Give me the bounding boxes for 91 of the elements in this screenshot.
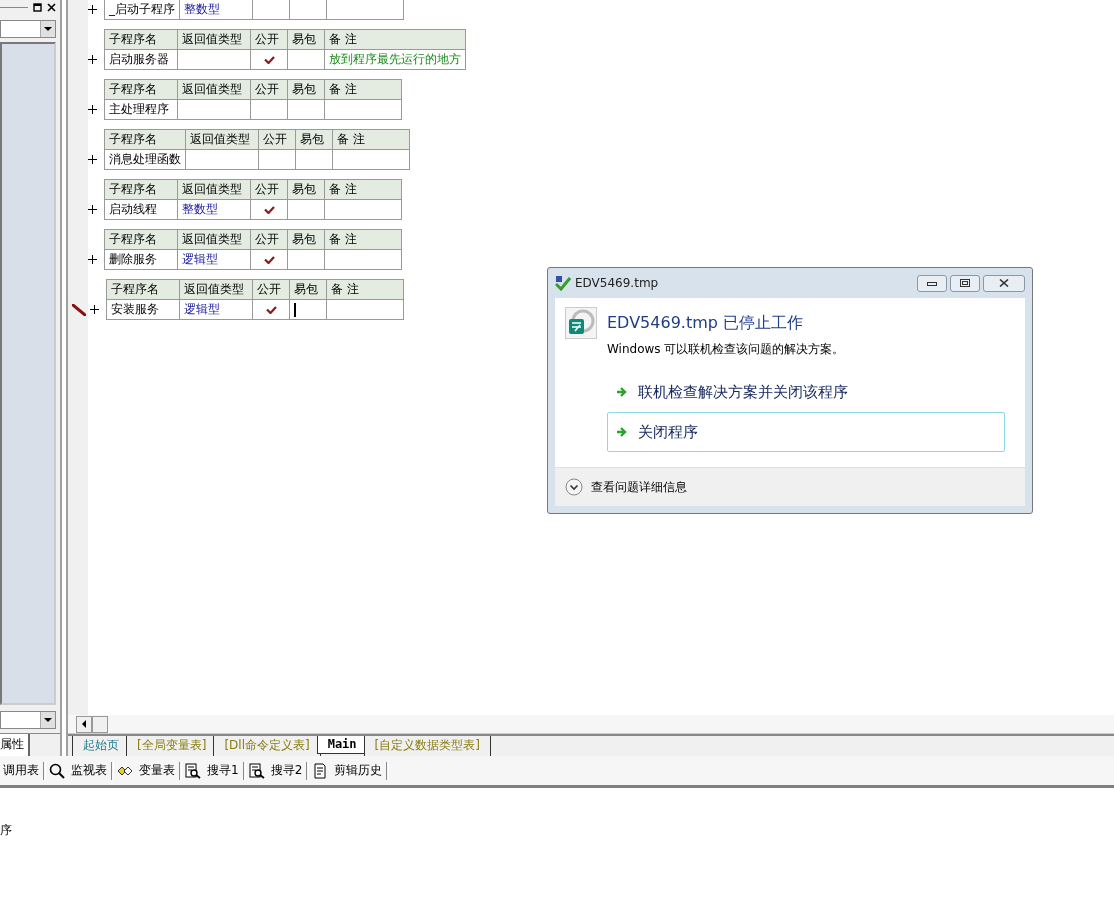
restore-icon[interactable] (33, 2, 42, 12)
expand-icon[interactable] (90, 304, 99, 314)
checkbox-cell[interactable] (252, 0, 290, 20)
table-cell: _启动子程序 (104, 0, 180, 20)
check-icon (263, 255, 275, 264)
output-text: 序 (0, 823, 12, 837)
dialog-heading: EDV5469.tmp 已停止工作 (607, 312, 803, 334)
column-header: 易包 (287, 79, 325, 100)
maximize-icon (960, 279, 970, 287)
column-header: 备 注 (324, 179, 402, 200)
column-header: 返回值类型 (185, 129, 259, 150)
column-header: 子程序名 (104, 29, 178, 50)
properties-tab[interactable]: 属性 (0, 734, 30, 758)
text-cursor (294, 302, 296, 317)
column-header: 公开 (250, 79, 288, 100)
toolbar-button[interactable]: 监视表 (46, 762, 111, 779)
document-icon (312, 762, 329, 779)
column-header: 易包 (289, 279, 327, 300)
column-header: 易包 (287, 29, 325, 50)
table-cell: 删除服务 (104, 249, 178, 270)
scroll-left-button[interactable] (76, 715, 92, 733)
column-header: 备 注 (324, 229, 402, 250)
document-search-icon (185, 762, 201, 779)
arrow-right-icon (616, 426, 628, 438)
column-header: 返回值类型 (177, 29, 251, 50)
table-cell: 整数型 (179, 0, 253, 20)
check-icon (265, 305, 277, 314)
minimize-icon (927, 280, 937, 286)
table-cell: 消息处理函数 (104, 149, 186, 170)
column-header: 公开 (258, 129, 296, 150)
pencil-icon (72, 303, 86, 316)
column-header: 易包 (287, 229, 325, 250)
column-header: 易包 (287, 179, 325, 200)
command-link[interactable]: 关闭程序 (607, 412, 1005, 452)
arrow-right-icon (616, 386, 628, 398)
minimize-button[interactable] (917, 274, 947, 292)
maximize-button[interactable] (950, 274, 980, 292)
column-header: 返回值类型 (177, 229, 251, 250)
column-header: 返回值类型 (177, 179, 251, 200)
column-header: 易包 (295, 129, 333, 150)
expand-button[interactable] (565, 478, 583, 496)
details-link[interactable]: 查看问题详细信息 (591, 478, 687, 496)
column-header: 备 注 (332, 129, 410, 150)
expand-icon[interactable] (88, 4, 97, 14)
chevron-down-icon (565, 478, 583, 496)
column-header: 公开 (250, 179, 288, 200)
toolbar-button[interactable]: 搜寻1 (182, 762, 243, 779)
dropdown[interactable] (0, 20, 56, 38)
column-header: 子程序名 (104, 229, 178, 250)
expand-icon[interactable] (88, 204, 97, 214)
column-header: 子程序名 (106, 279, 180, 300)
dialog-title: EDV5469.tmp (575, 276, 659, 290)
column-header: 子程序名 (104, 179, 178, 200)
expand-icon[interactable] (88, 104, 97, 114)
document-search-icon (248, 762, 265, 779)
column-header: 备 注 (326, 279, 404, 300)
scrollbar-thumb[interactable] (92, 715, 108, 733)
table-cell: 安装服务 (106, 299, 180, 320)
expand-icon[interactable] (88, 54, 97, 64)
dropdown[interactable] (0, 711, 56, 729)
table-cell: 启动服务器 (104, 49, 178, 70)
column-header: 备 注 (324, 29, 466, 50)
arrow-left-icon (82, 720, 86, 728)
column-header: 公开 (252, 279, 290, 300)
column-header: 公开 (250, 229, 288, 250)
column-header: 子程序名 (104, 129, 186, 150)
app-icon (555, 275, 571, 291)
caret-icon (44, 27, 52, 31)
table-cell: 启动线程 (104, 199, 178, 220)
check-icon (263, 55, 275, 64)
expand-icon[interactable] (88, 154, 97, 164)
dialog-message: Windows 可以联机检查该问题的解决方案。 (607, 341, 846, 358)
close-icon[interactable] (47, 2, 56, 12)
table-cell: 主处理程序 (104, 99, 178, 120)
column-header: 子程序名 (104, 79, 178, 100)
toolbar-button[interactable]: 调用表 (0, 762, 43, 779)
caret-icon (44, 718, 52, 722)
column-header: 公开 (250, 29, 288, 50)
toolbar-button[interactable]: 变量表 (114, 762, 179, 779)
toolbar-button[interactable]: 搜寻2 (245, 762, 307, 779)
app-icon (565, 307, 597, 339)
toolbar-button[interactable]: 剪辑历史 (309, 762, 387, 779)
expand-icon[interactable] (88, 254, 97, 264)
column-header: 返回值类型 (177, 79, 251, 100)
command-link[interactable]: 联机检查解决方案并关闭该程序 (607, 372, 1005, 412)
search-icon (49, 762, 65, 779)
column-header: 备 注 (324, 79, 402, 100)
close-icon (999, 279, 1009, 287)
column-header: 返回值类型 (179, 279, 253, 300)
check-icon (263, 205, 275, 214)
close-button[interactable] (983, 274, 1025, 292)
